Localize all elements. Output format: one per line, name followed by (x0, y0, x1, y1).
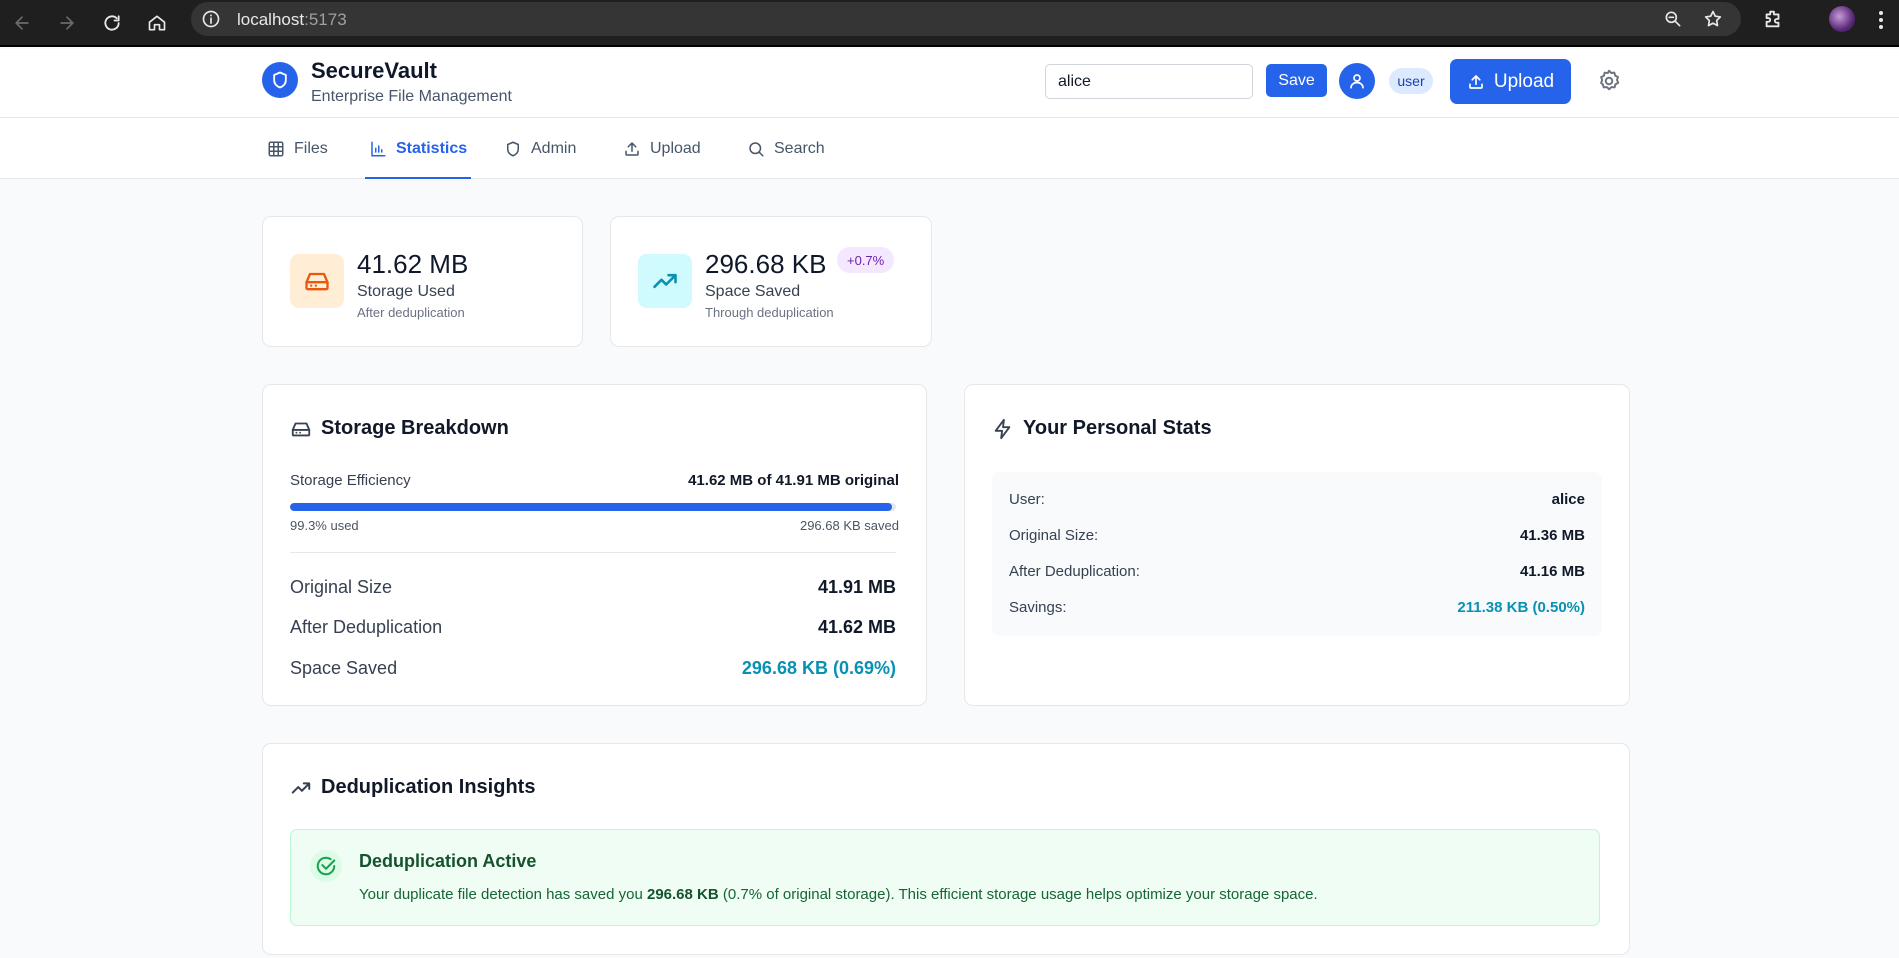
site-info-icon[interactable] (201, 9, 221, 29)
gear-icon[interactable] (1596, 68, 1622, 94)
personal-row-after-dedup: After Deduplication: 41.16 MB (1009, 563, 1585, 580)
more-menu-icon[interactable] (1878, 10, 1884, 30)
row-value: alice (1551, 491, 1585, 508)
hard-drive-icon (291, 422, 311, 436)
app-header: SecureVault Enterprise File Management S… (0, 49, 1899, 118)
home-icon[interactable] (142, 8, 172, 38)
tab-search[interactable]: Search (747, 118, 825, 179)
trend-badge: +0.7% (837, 247, 895, 273)
efficiency-used-text: 99.3% used (290, 518, 359, 533)
row-value: 296.68 KB (0.69%) (741, 658, 896, 678)
efficiency-saved-text: 296.68 KB saved (799, 518, 899, 533)
card-title: Deduplication Insights (290, 776, 535, 799)
tab-label: Statistics (396, 139, 468, 157)
efficiency-value: 41.62 MB of 41.91 MB original (688, 472, 899, 489)
reload-icon[interactable] (97, 8, 127, 38)
row-value: 211.38 KB (0.50%) (1457, 599, 1585, 616)
row-label: User: (1009, 491, 1045, 508)
row-value: 41.91 MB (817, 577, 896, 597)
card-title: Storage Breakdown (290, 417, 509, 440)
personal-row-user: User: alice (1009, 491, 1585, 508)
nav-tabs: Files Statistics Admin Upload Search (0, 118, 1899, 179)
breakdown-row-space-saved: Space Saved 296.68 KB (0.69%) (290, 658, 896, 679)
card-title: Your Personal Stats (992, 417, 1212, 440)
personal-stats-card: Your Personal Stats User: alice Original… (964, 384, 1630, 706)
role-badge: user (1389, 68, 1433, 94)
dedup-insights-card: Deduplication Insights Deduplication Act… (262, 743, 1630, 955)
dedup-status-text: Your duplicate file detection has saved … (359, 886, 1318, 903)
breakdown-row-original: Original Size 41.91 MB (290, 577, 896, 598)
efficiency-progress-fill (290, 503, 892, 511)
tab-upload[interactable]: Upload (623, 118, 701, 179)
bar-chart-icon (371, 141, 386, 156)
row-value: 41.36 MB (1519, 527, 1585, 544)
forward-icon[interactable] (52, 8, 82, 38)
dedup-insights-title: Deduplication Insights (321, 776, 536, 798)
tab-label: Admin (531, 139, 577, 157)
search-icon (749, 141, 764, 156)
tab-files[interactable]: Files (267, 118, 328, 179)
personal-row-savings: Savings: 211.38 KB (0.50%) (1009, 599, 1585, 616)
username-input[interactable] (1045, 64, 1253, 99)
trending-up-icon (291, 781, 311, 794)
save-button[interactable]: Save (1266, 64, 1327, 97)
personal-stats-title: Your Personal Stats (1023, 417, 1212, 439)
storage-used-sub: After deduplication (357, 305, 465, 320)
row-value: 41.16 MB (1519, 563, 1585, 580)
tab-label: Upload (650, 139, 701, 157)
tab-statistics[interactable]: Statistics (364, 118, 472, 179)
storage-used-label: Storage Used (357, 283, 455, 300)
trending-up-icon (638, 254, 692, 308)
profile-avatar[interactable] (1829, 6, 1855, 32)
bookmark-star-icon[interactable] (1703, 9, 1723, 29)
back-icon[interactable] (7, 8, 37, 38)
shield-icon (507, 141, 519, 156)
url-text: localhost:5173 (237, 10, 347, 29)
app-title: SecureVault (311, 58, 437, 83)
dedup-status-title: Deduplication Active (359, 851, 537, 871)
row-value: 41.62 MB (817, 617, 896, 637)
space-saved-value: 296.68 KB (705, 249, 827, 279)
grid-icon (268, 141, 284, 156)
row-label: Space Saved (290, 658, 398, 678)
user-avatar[interactable] (1339, 63, 1375, 99)
efficiency-progress-bar (290, 503, 896, 511)
app-subtitle: Enterprise File Management (311, 88, 512, 105)
zoom-icon[interactable] (1663, 9, 1683, 29)
hard-drive-icon (290, 254, 344, 308)
upload-icon (1469, 74, 1483, 89)
tab-label: Search (774, 139, 825, 157)
extensions-icon[interactable] (1762, 8, 1784, 30)
space-saved-card: 296.68 KB +0.7% Space Saved Through dedu… (610, 216, 932, 347)
check-circle-icon (310, 850, 342, 882)
dedup-active-alert: Deduplication Active Your duplicate file… (290, 829, 1600, 926)
upload-button-label: Upload (1493, 70, 1555, 92)
storage-breakdown-title: Storage Breakdown (321, 417, 509, 439)
address-bar[interactable]: localhost:5173 (191, 2, 1741, 36)
breakdown-row-after-dedup: After Deduplication 41.62 MB (290, 617, 896, 638)
browser-toolbar: localhost:5173 (0, 0, 1899, 47)
upload-button[interactable]: Upload (1450, 59, 1571, 104)
storage-used-value: 41.62 MB (357, 249, 469, 279)
shield-logo-icon (262, 62, 298, 98)
tab-label: Files (294, 139, 328, 157)
divider (290, 552, 896, 553)
space-saved-label: Space Saved (705, 283, 801, 300)
space-saved-sub: Through deduplication (705, 305, 834, 320)
storage-used-card: 41.62 MB Storage Used After deduplicatio… (262, 216, 583, 347)
row-label: After Deduplication: (1009, 563, 1140, 580)
tab-admin[interactable]: Admin (504, 118, 576, 179)
row-label: After Deduplication (290, 617, 443, 637)
row-label: Original Size (290, 577, 393, 597)
row-label: Original Size: (1009, 527, 1099, 544)
lightning-icon (994, 418, 1011, 439)
personal-stats-box: User: alice Original Size: 41.36 MB Afte… (992, 472, 1602, 636)
efficiency-label: Storage Efficiency (290, 472, 411, 489)
storage-breakdown-card: Storage Breakdown Storage Efficiency 41.… (262, 384, 927, 706)
personal-row-original: Original Size: 41.36 MB (1009, 527, 1585, 544)
row-label: Savings: (1009, 599, 1067, 616)
upload-icon (625, 141, 639, 156)
